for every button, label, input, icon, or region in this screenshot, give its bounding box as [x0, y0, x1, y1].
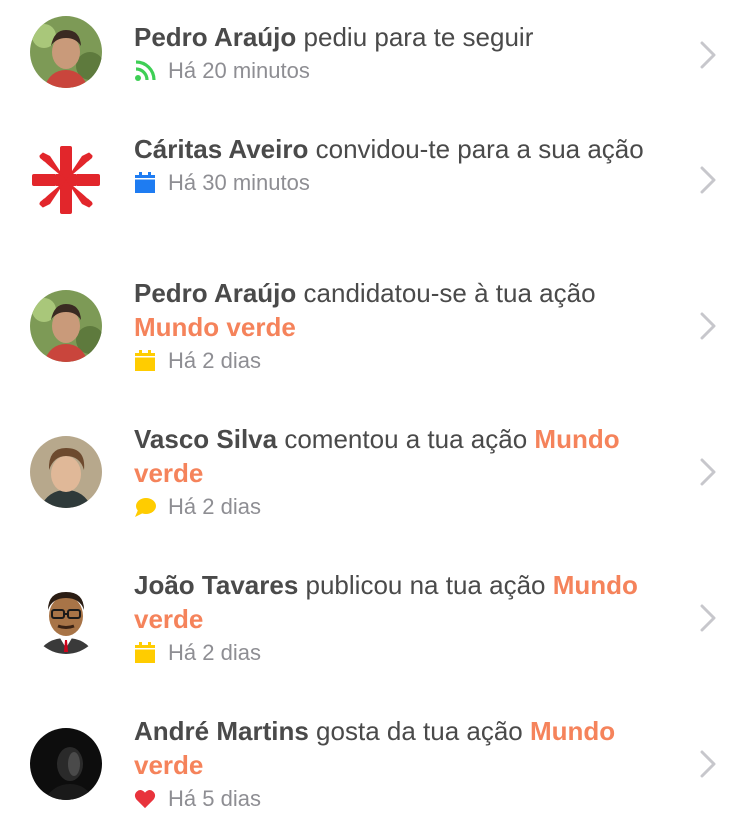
- notification-text: Pedro Araújo candidatou-se à tua ação Mu…: [134, 276, 674, 344]
- notification-row[interactable]: Pedro Araújo candidatou-se à tua ação Mu…: [0, 268, 744, 414]
- notification-row[interactable]: João Tavares publicou na tua ação Mundo …: [0, 560, 744, 706]
- avatar: [30, 16, 102, 88]
- actor-name[interactable]: André Martins: [134, 716, 309, 746]
- notification-text: Cáritas Aveiro convidou-te para a sua aç…: [134, 132, 674, 166]
- actor-name[interactable]: Cáritas Aveiro: [134, 134, 308, 164]
- rss-icon: [134, 60, 158, 82]
- notification-row[interactable]: Vasco Silva comentou a tua ação Mundo ve…: [0, 414, 744, 560]
- actor-name[interactable]: Pedro Araújo: [134, 22, 296, 52]
- cartoon-avatar-icon: [30, 582, 102, 654]
- avatar: [30, 582, 102, 654]
- chevron-right-icon: [700, 41, 716, 69]
- time-label: Há 2 dias: [168, 494, 261, 519]
- notification-text: Vasco Silva comentou a tua ação Mundo ve…: [134, 422, 674, 490]
- chevron-right-icon: [700, 604, 716, 632]
- notification-row[interactable]: Cáritas Aveiro convidou-te para a sua aç…: [0, 124, 744, 268]
- notification-text: João Tavares publicou na tua ação Mundo …: [134, 568, 674, 636]
- action-link[interactable]: Mundo verde: [134, 312, 296, 342]
- avatar: [30, 728, 102, 800]
- time-label: Há 20 minutos: [168, 58, 310, 83]
- action-text: gosta da tua ação: [316, 716, 523, 746]
- caritas-logo-icon: [30, 144, 102, 216]
- action-text: comentou a tua ação: [284, 424, 528, 454]
- actor-name[interactable]: Pedro Araújo: [134, 278, 296, 308]
- person-photo-icon: [30, 16, 102, 88]
- heart-icon: [134, 788, 158, 810]
- action-text: convidou-te para a sua ação: [315, 134, 644, 164]
- notification-row[interactable]: Pedro Araújo pediu para te seguir Há 20 …: [0, 14, 744, 124]
- comment-bubble-icon: [134, 496, 158, 518]
- action-text: candidatou-se à tua ação: [303, 278, 596, 308]
- action-text: publicou na tua ação: [305, 570, 546, 600]
- notification-text: Pedro Araújo pediu para te seguir: [134, 20, 674, 54]
- time-label: Há 2 dias: [168, 640, 261, 665]
- notifications-list: Pedro Araújo pediu para te seguir Há 20 …: [0, 0, 744, 830]
- notification-row[interactable]: André Martins gosta da tua ação Mundo ve…: [0, 706, 744, 830]
- avatar: [30, 290, 102, 362]
- action-text: pediu para te seguir: [303, 22, 534, 52]
- person-photo-icon: [30, 728, 102, 800]
- time-label: Há 2 dias: [168, 348, 261, 373]
- time-label: Há 30 minutos: [168, 170, 310, 195]
- actor-name[interactable]: João Tavares: [134, 570, 298, 600]
- time-label: Há 5 dias: [168, 786, 261, 811]
- chevron-right-icon: [700, 166, 716, 194]
- avatar: [30, 144, 102, 216]
- actor-name[interactable]: Vasco Silva: [134, 424, 277, 454]
- calendar-icon: [134, 350, 158, 372]
- person-photo-icon: [30, 436, 102, 508]
- chevron-right-icon: [700, 458, 716, 486]
- chevron-right-icon: [700, 312, 716, 340]
- person-photo-icon: [30, 290, 102, 362]
- calendar-icon: [134, 642, 158, 664]
- calendar-icon: [134, 172, 158, 194]
- avatar: [30, 436, 102, 508]
- notification-text: André Martins gosta da tua ação Mundo ve…: [134, 714, 674, 782]
- chevron-right-icon: [700, 750, 716, 778]
